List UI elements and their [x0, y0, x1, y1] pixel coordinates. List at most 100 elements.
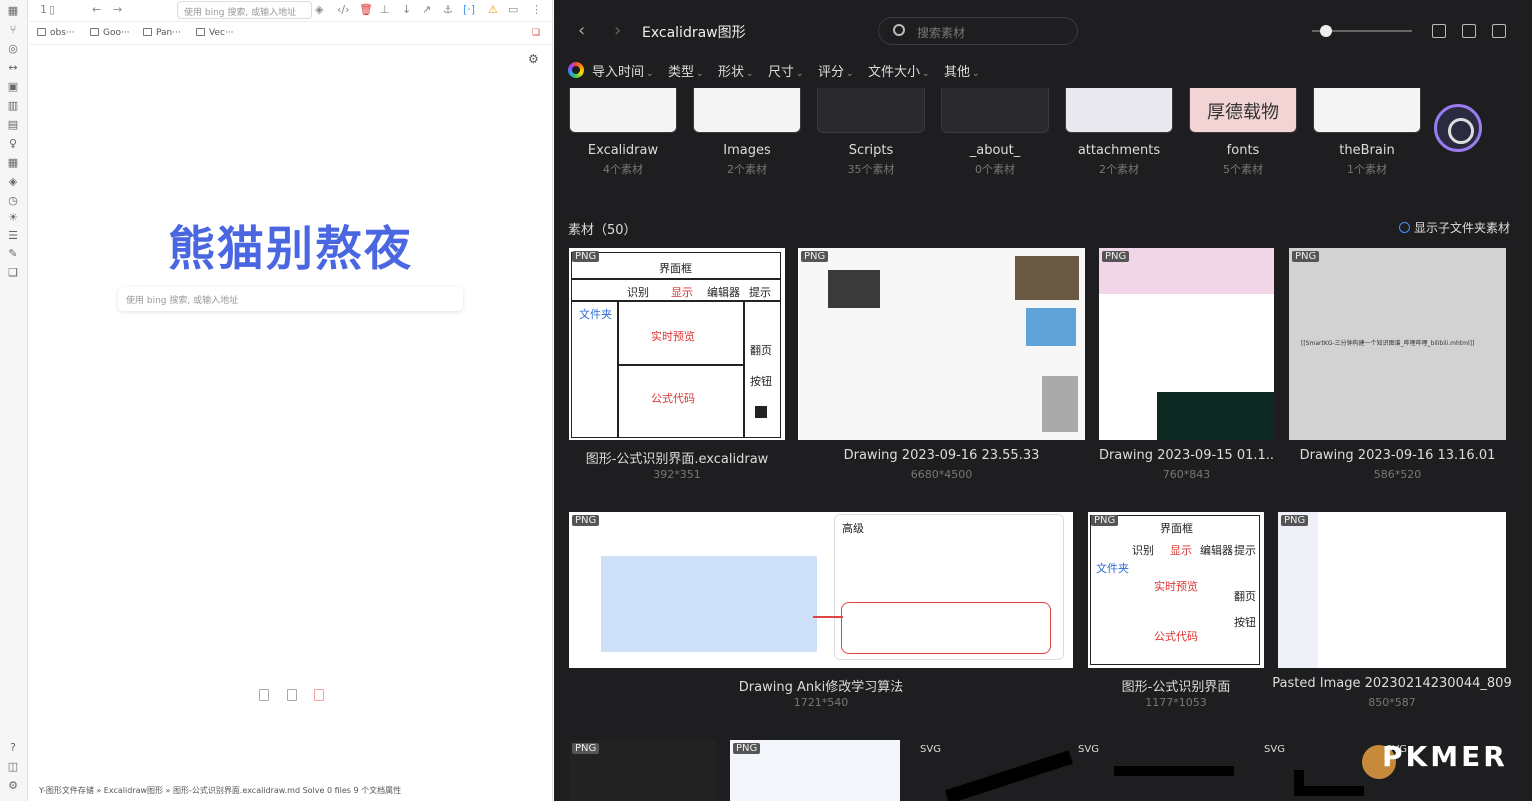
more-icon[interactable]: ⋮ — [531, 3, 542, 16]
sketch-label: 显示 — [1170, 544, 1192, 557]
filter-type[interactable]: 类型 ⌄ — [668, 61, 704, 80]
warning-icon[interactable]: ⚠ — [488, 3, 498, 16]
bracket-icon[interactable]: [·] — [463, 3, 475, 16]
back-arrow-icon[interactable]: ‹ — [578, 20, 585, 41]
obsidian-pane: ▦ ⑂ ◎ ↔ ▣ ▥ ▤ ♀ ▦ ◈ ◷ ☀ ☰ ✎ ❑ ? ◫ ⚙ 1 ▯ … — [0, 0, 553, 801]
sketch-label: 公式代码 — [1154, 630, 1198, 643]
person-icon[interactable]: ♀ — [6, 137, 20, 151]
asset-card[interactable]: 界面框 识别 显示 编辑器 提示 文件夹 实时预览 公式代码 翻页 按钮 PNG… — [1088, 512, 1264, 712]
layout-icon[interactable] — [1492, 24, 1506, 38]
sort-icon[interactable] — [1432, 24, 1446, 38]
vault-icon[interactable]: ◫ — [6, 760, 20, 774]
bookmark-flag-icon[interactable]: ❏ — [532, 28, 540, 38]
filter-other[interactable]: 其他 ⌄ — [944, 61, 980, 80]
clock-icon[interactable]: ◷ — [6, 194, 20, 208]
asset-card[interactable]: [[SmartKG-三分钟构建一个知识图谱_哔哩哔哩_bilibili.mhtm… — [1289, 248, 1506, 481]
sketch-label: 界面框 — [659, 262, 692, 275]
search-input[interactable]: 使用 bing 搜索, 或输入地址 — [118, 287, 463, 311]
code-icon[interactable]: ‹/› — [337, 3, 350, 16]
gear-icon[interactable]: ⚙ — [528, 52, 539, 66]
asset-card[interactable]: 界面框 识别 显示 编辑器 提示 文件夹 实时预览 公式代码 翻页 按钮 PNG… — [569, 248, 785, 481]
bookmark-icon[interactable]: ❑ — [6, 266, 20, 280]
asset-card[interactable]: PNG — [730, 740, 900, 801]
sketch-label: 翻页 — [1234, 590, 1256, 603]
graph-icon[interactable]: ⑂ — [6, 23, 20, 37]
forward-arrow-icon[interactable]: › — [614, 20, 621, 41]
zoom-slider[interactable] — [1312, 25, 1412, 37]
book-icon[interactable]: ▤ — [6, 118, 20, 132]
tab-count: 1 — [40, 3, 47, 16]
folder-excalidraw[interactable]: Excalidraw 4个素材 — [569, 88, 677, 177]
arrows-icon[interactable]: ↔ — [6, 61, 20, 75]
file-icon[interactable] — [287, 689, 297, 701]
asset-name: 图形-公式识别界面.excalidraw — [585, 452, 769, 467]
folder-title: Excalidraw图形 — [642, 25, 746, 41]
folder-scripts[interactable]: Scripts 35个素材 — [817, 88, 925, 177]
grid-icon[interactable]: ▦ — [6, 4, 20, 18]
bulb-icon[interactable]: ☀ — [6, 211, 20, 225]
asset-thumbnail: PNG — [798, 248, 1085, 440]
settings-icon[interactable]: ⚙ — [6, 779, 20, 793]
color-filter-icon[interactable] — [568, 62, 584, 78]
bookmark-item[interactable]: obs··· — [37, 28, 75, 38]
close-file-icon[interactable] — [314, 689, 324, 701]
cube-icon[interactable]: ◈ — [6, 175, 20, 189]
folder-about[interactable]: _about_ 0个素材 — [941, 88, 1049, 177]
filter-rating[interactable]: 评分 ⌄ — [818, 61, 854, 80]
asset-card[interactable]: PNG — [569, 740, 716, 801]
asset-card[interactable]: PNG Pasted Image 20230214230044_809 850*… — [1272, 512, 1512, 712]
calendar-icon[interactable]: ▦ — [6, 156, 20, 170]
thumbnail-sidebar — [1278, 512, 1318, 668]
file-icon[interactable] — [259, 689, 269, 701]
folder-thebrain[interactable]: theBrain 1个素材 — [1313, 88, 1421, 177]
anchor-icon[interactable]: ⚓ — [443, 3, 453, 16]
avatar[interactable] — [1434, 104, 1482, 152]
bookmark-item[interactable]: Vec··· — [196, 28, 234, 38]
pin-icon[interactable]: ⊥ — [380, 3, 390, 16]
slider-handle[interactable] — [1320, 25, 1332, 37]
bookmark-item[interactable]: Pan··· — [143, 28, 181, 38]
delete-icon[interactable]: 🗑 — [359, 3, 373, 16]
watermark: PKMER — [1382, 740, 1508, 773]
filter-file-size[interactable]: 文件大小 ⌄ — [868, 61, 930, 80]
bookmark-item[interactable]: Goo··· — [90, 28, 130, 38]
screen-icon[interactable]: ▭ — [508, 3, 518, 16]
back-icon[interactable]: ← — [92, 3, 101, 16]
left-ribbon: ▦ ⑂ ◎ ↔ ▣ ▥ ▤ ♀ ▦ ◈ ◷ ☀ ☰ ✎ ❑ ? ◫ ⚙ — [0, 0, 28, 801]
download-icon[interactable]: ↓ — [402, 3, 411, 16]
external-icon[interactable]: ↗ — [422, 3, 431, 16]
pen-icon[interactable]: ✎ — [6, 247, 20, 261]
asset-card[interactable]: 高级 PNG Drawing Anki修改学习算法 1721*540 — [569, 512, 1073, 712]
table-icon[interactable]: ☰ — [6, 229, 20, 243]
help-icon[interactable]: ? — [6, 741, 20, 755]
folder-thumbnail — [941, 88, 1049, 133]
show-subfolder-toggle[interactable]: 显示子文件夹素材 — [1398, 219, 1510, 236]
sketch-label: 编辑器 — [707, 286, 740, 299]
folder-thumbnail — [817, 88, 925, 133]
sketch-label: 提示 — [1234, 544, 1256, 557]
filter-size[interactable]: 尺寸 ⌄ — [768, 61, 804, 80]
preview-icon[interactable] — [1462, 24, 1476, 38]
asset-card[interactable]: PNG Drawing 2023-09-16 23.55.33 6680*450… — [798, 248, 1085, 481]
folder-attachments[interactable]: attachments 2个素材 — [1065, 88, 1173, 177]
filter-shape[interactable]: 形状 ⌄ — [718, 61, 754, 80]
asset-size: 1177*1053 — [1145, 696, 1207, 709]
thumbnail-image — [1015, 256, 1079, 300]
asset-card[interactable]: PNG Drawing 2023-09-15 01.1.. 760*843 — [1099, 248, 1274, 481]
forward-icon[interactable]: → — [113, 3, 122, 16]
folder-fonts[interactable]: 厚德载物 fonts 5个素材 — [1189, 88, 1297, 177]
search-icon — [893, 24, 905, 36]
asset-search-input[interactable]: 搜索素材 — [878, 17, 1078, 45]
building-icon[interactable]: ▥ — [6, 99, 20, 113]
sketch-label: 界面框 — [1160, 522, 1193, 535]
folder-images[interactable]: Images 2个素材 — [693, 88, 801, 177]
box-icon[interactable]: ▣ — [6, 80, 20, 94]
asset-size: 1721*540 — [793, 696, 849, 709]
sketch-label: 实时预览 — [651, 330, 695, 343]
eye-icon[interactable]: ◎ — [6, 42, 20, 56]
new-page-icon[interactable]: ▯ — [49, 3, 55, 16]
type-badge: PNG — [572, 743, 600, 754]
url-input[interactable]: 使用 bing 搜索, 或输入地址 — [177, 1, 312, 19]
filter-import-time[interactable]: 导入时间 ⌄ — [592, 61, 654, 80]
layers-icon[interactable]: ◈ — [315, 3, 323, 16]
